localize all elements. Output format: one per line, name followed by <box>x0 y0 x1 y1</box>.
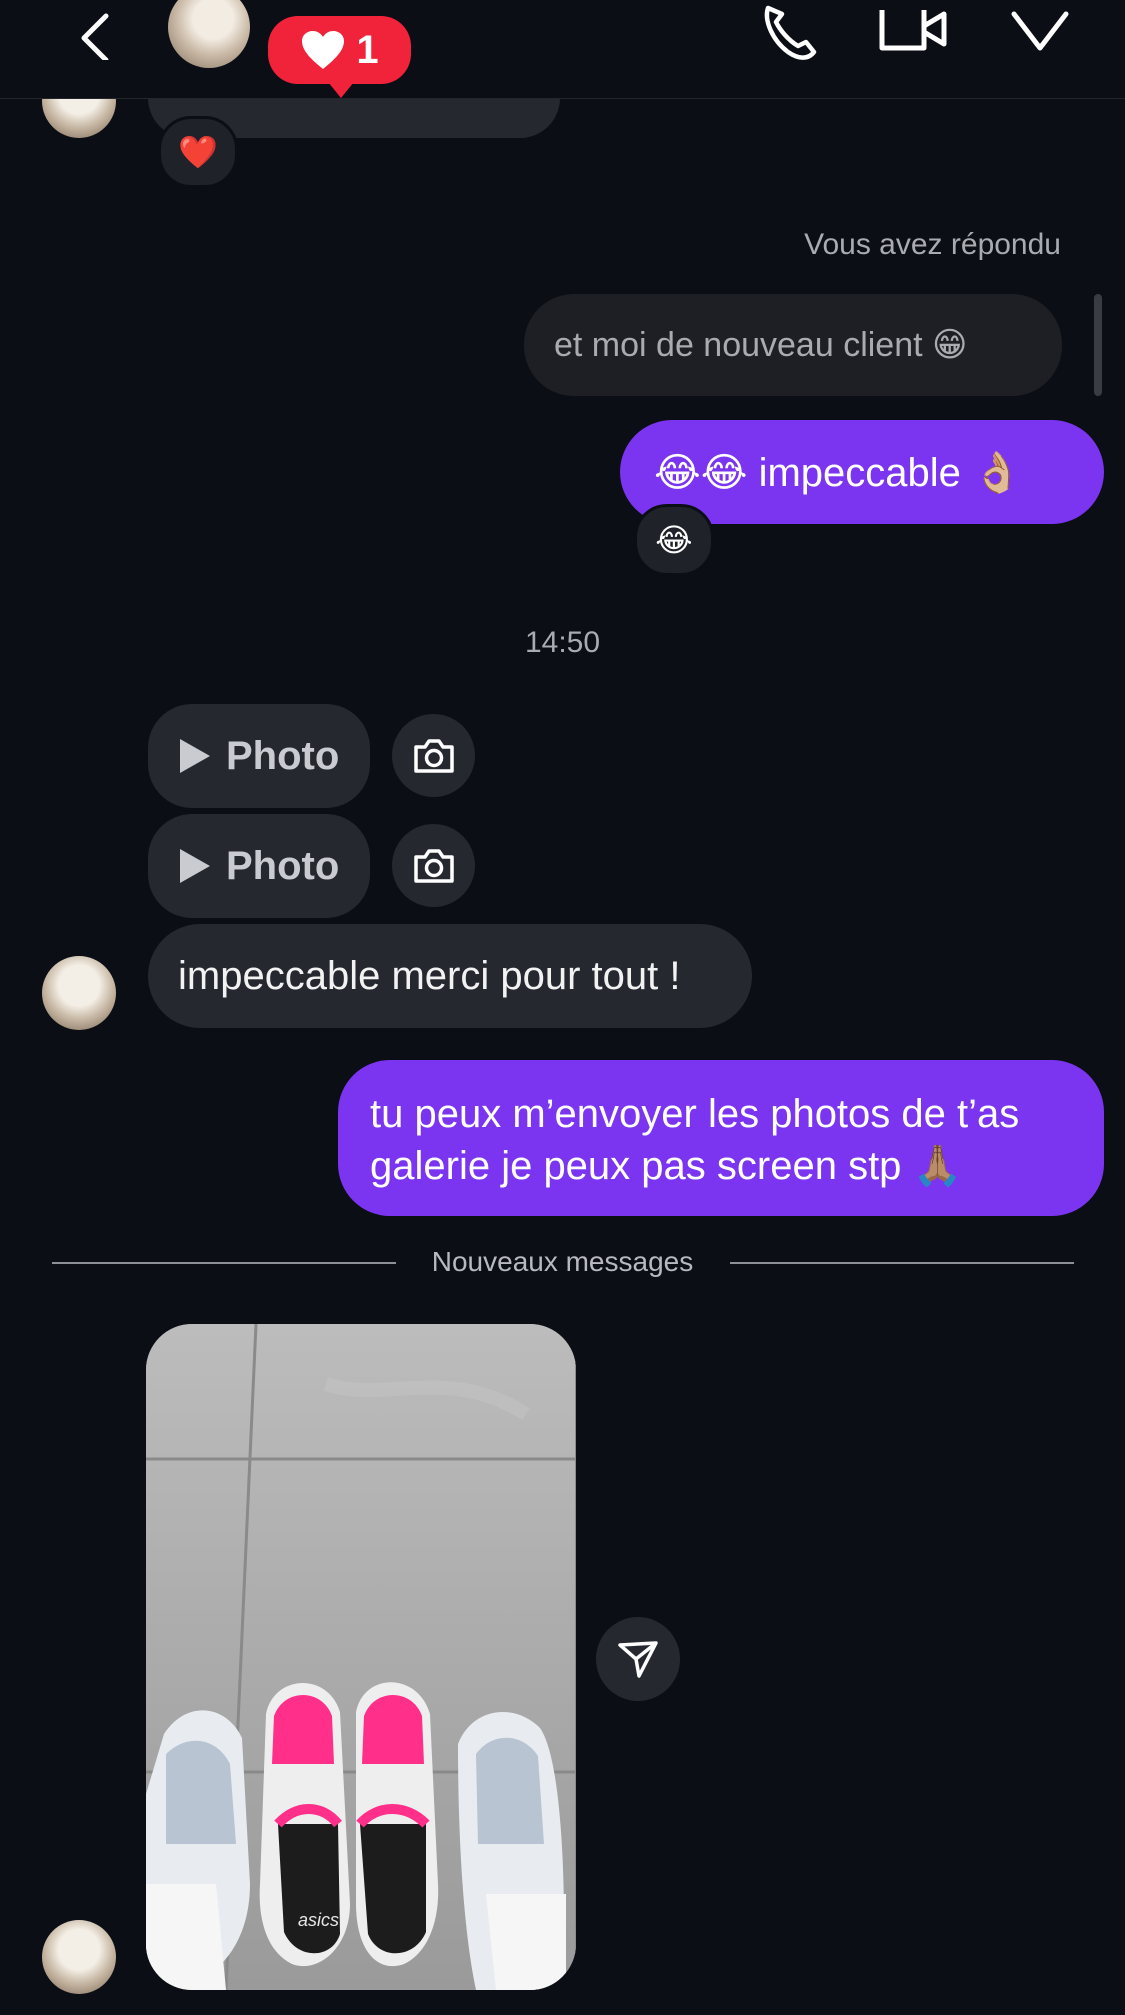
contact-avatar[interactable] <box>168 0 250 68</box>
share-photo-button[interactable] <box>596 1617 680 1701</box>
received-message-text: impeccable merci pour tout ! <box>178 953 681 998</box>
heart-icon <box>302 31 345 69</box>
info-icon[interactable] <box>1008 4 1072 56</box>
share-icon <box>618 1641 658 1678</box>
like-notification-badge[interactable]: 1 <box>268 16 411 98</box>
video-icon[interactable] <box>878 0 950 56</box>
camera-reply-button[interactable] <box>392 824 475 907</box>
play-icon <box>180 739 210 773</box>
sent-message-line: galerie je peux pas screen stp 🙏🏽 <box>370 1144 963 1188</box>
shared-photo[interactable]: asics <box>146 1324 576 1990</box>
divider-line-right <box>730 1262 1074 1264</box>
camera-icon <box>413 738 454 773</box>
scrollbar[interactable] <box>1094 294 1102 396</box>
sender-avatar[interactable] <box>42 1920 116 1994</box>
received-message-bubble[interactable]: impeccable merci pour tout ! <box>148 924 752 1028</box>
play-icon <box>180 849 210 883</box>
sneakers-image <box>146 1324 576 1990</box>
sender-avatar[interactable] <box>42 956 116 1030</box>
camera-reply-button[interactable] <box>392 714 475 797</box>
shoe-brand-text: asics <box>298 1910 340 1930</box>
view-once-photo-button[interactable]: Photo <box>148 704 370 808</box>
photo-label: Photo <box>226 843 340 888</box>
sent-message-text: 😂😂 impeccable 👌🏼 <box>654 450 1022 495</box>
back-icon[interactable] <box>70 10 120 60</box>
message-reaction[interactable]: ❤️ <box>158 116 238 188</box>
quoted-reply-text: et moi de nouveau client 😁 <box>554 326 968 364</box>
chat-header: o <box>0 0 1125 99</box>
view-once-photo-button[interactable]: Photo <box>148 814 370 918</box>
reaction-emoji: ❤️ <box>178 134 218 170</box>
phone-icon[interactable] <box>758 0 820 62</box>
camera-icon <box>413 848 454 883</box>
message-timestamp: 14:50 <box>524 626 601 659</box>
photo-label: Photo <box>226 733 340 778</box>
message-reaction[interactable]: 😂 <box>634 504 714 576</box>
quoted-reply-bubble[interactable]: et moi de nouveau client 😁 <box>524 294 1062 396</box>
sent-message-line: tu peux m’envoyer les photos de t’as <box>370 1092 1020 1136</box>
like-count: 1 <box>356 27 379 72</box>
reply-label: Vous avez répondu <box>804 228 1061 261</box>
sent-message-bubble[interactable]: tu peux m’envoyer les photos de t’as gal… <box>338 1060 1104 1216</box>
reaction-emoji: 😂 <box>655 522 693 558</box>
